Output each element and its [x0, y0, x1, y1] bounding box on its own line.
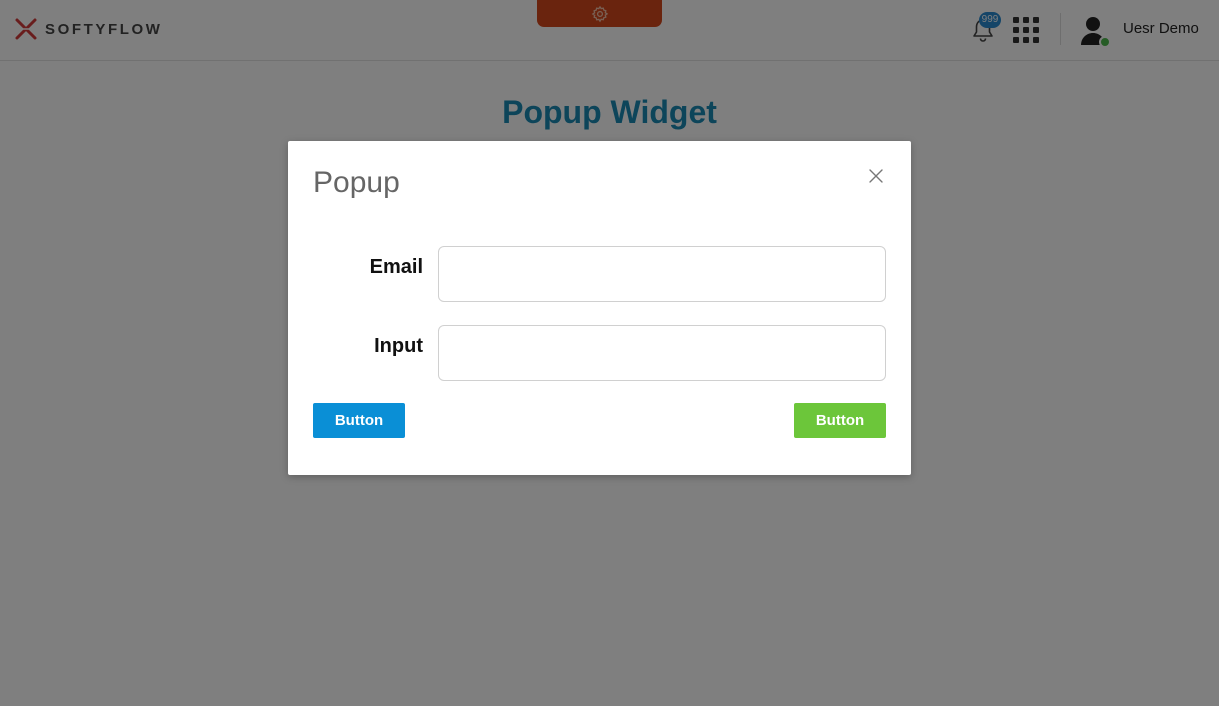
email-label: Email — [369, 256, 423, 278]
secondary-button[interactable]: Button — [794, 403, 886, 438]
primary-button[interactable]: Button — [313, 403, 405, 438]
input-label: Input — [374, 335, 423, 357]
input-field[interactable] — [438, 325, 886, 381]
close-icon[interactable] — [866, 166, 886, 186]
popup-modal: Popup Email Input Button Button — [288, 141, 911, 475]
email-field[interactable] — [438, 246, 886, 302]
modal-title: Popup — [313, 166, 400, 199]
